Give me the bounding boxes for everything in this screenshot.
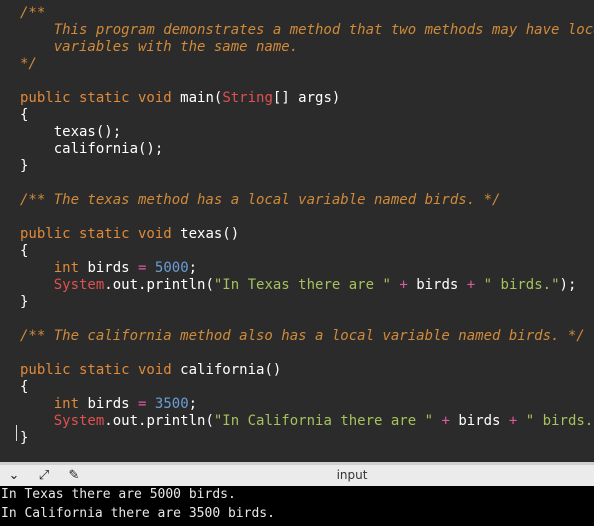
code-token: 5000 <box>154 260 189 276</box>
code-token: { <box>20 243 29 259</box>
code-token: birds <box>79 396 139 412</box>
code-line: variables with the same name. <box>20 39 298 56</box>
code-token: */ <box>20 56 37 72</box>
code-token: texas() <box>180 226 240 242</box>
code-token: + <box>399 277 408 293</box>
code-line: System.out.println("In Texas there are "… <box>20 277 577 294</box>
code-token: ); <box>559 277 577 293</box>
code-token: "In California there are " <box>213 413 434 429</box>
code-line: /** The california method also has a loc… <box>20 328 585 345</box>
code-token: System <box>53 413 105 429</box>
code-token: String <box>222 90 273 106</box>
console-line: In California there are 3500 birds. <box>1 506 275 521</box>
code-token: 3500 <box>154 396 189 412</box>
code-line: california(); <box>20 141 164 158</box>
code-line: System.out.println("In California there … <box>20 413 594 430</box>
code-token: } <box>20 158 29 174</box>
code-token: main( <box>180 90 223 106</box>
code-token: int <box>53 260 80 276</box>
code-token: System <box>53 277 105 293</box>
code-token: ; <box>188 260 198 276</box>
code-line: public static void main(String[] args) <box>20 90 340 107</box>
code-token: birds <box>407 277 467 293</box>
code-token: + <box>441 413 450 429</box>
code-token: { <box>20 379 29 395</box>
io-panel-header: ⌄ ⤢ ✎ input <box>0 462 594 486</box>
code-line: { <box>20 243 28 260</box>
code-token: public static void <box>20 90 181 106</box>
code-line: { <box>20 107 28 124</box>
code-token: { <box>20 107 29 123</box>
code-line: /** <box>20 5 45 22</box>
code-token: birds <box>449 413 509 429</box>
code-editor[interactable]: /** This program demonstrates a method t… <box>0 0 594 462</box>
code-token: california(); <box>20 141 164 157</box>
code-line: /** The texas method has a local variabl… <box>20 192 500 209</box>
code-line: public static void california() <box>20 362 281 379</box>
code-token: variables with the same name. <box>20 39 299 55</box>
code-token: } <box>20 294 29 310</box>
code-token: } <box>20 430 29 446</box>
code-token: public static void <box>20 226 181 242</box>
code-token: int <box>53 396 80 412</box>
code-line: } <box>20 158 28 175</box>
code-token: /** The texas method has a local variabl… <box>20 192 501 208</box>
code-token: texas(); <box>20 124 122 140</box>
code-token: /** The california method also has a loc… <box>20 328 585 344</box>
code-line: } <box>20 294 28 311</box>
io-panel-title: input <box>336 468 368 482</box>
code-token: [] args) <box>272 90 341 106</box>
code-token: .out.println( <box>104 277 214 293</box>
code-token: public static void <box>20 362 181 378</box>
code-token: ; <box>188 396 198 412</box>
code-line: texas(); <box>20 124 121 141</box>
code-line: This program demonstrates a method that … <box>20 22 594 39</box>
code-line: { <box>20 379 28 396</box>
code-line: int birds = 3500; <box>20 396 197 413</box>
code-token: california() <box>180 362 282 378</box>
code-token: This program demonstrates a method that … <box>20 22 594 38</box>
code-token: " birds." <box>525 413 594 429</box>
code-line: int birds = 5000; <box>20 260 197 277</box>
code-token: /** <box>20 5 46 21</box>
code-token: "In Texas there are " <box>213 277 391 293</box>
code-token: birds <box>79 260 139 276</box>
console-output[interactable]: In Texas there are 5000 birds. In Califo… <box>0 486 594 526</box>
code-line: } <box>20 430 28 447</box>
console-line: In Texas there are 5000 birds. <box>1 487 236 502</box>
code-token: .out.println( <box>104 413 214 429</box>
code-line: */ <box>20 56 37 73</box>
code-token: " birds." <box>483 277 560 293</box>
code-token: + <box>466 277 476 293</box>
code-line: public static void texas() <box>20 226 239 243</box>
text-cursor <box>16 425 17 441</box>
